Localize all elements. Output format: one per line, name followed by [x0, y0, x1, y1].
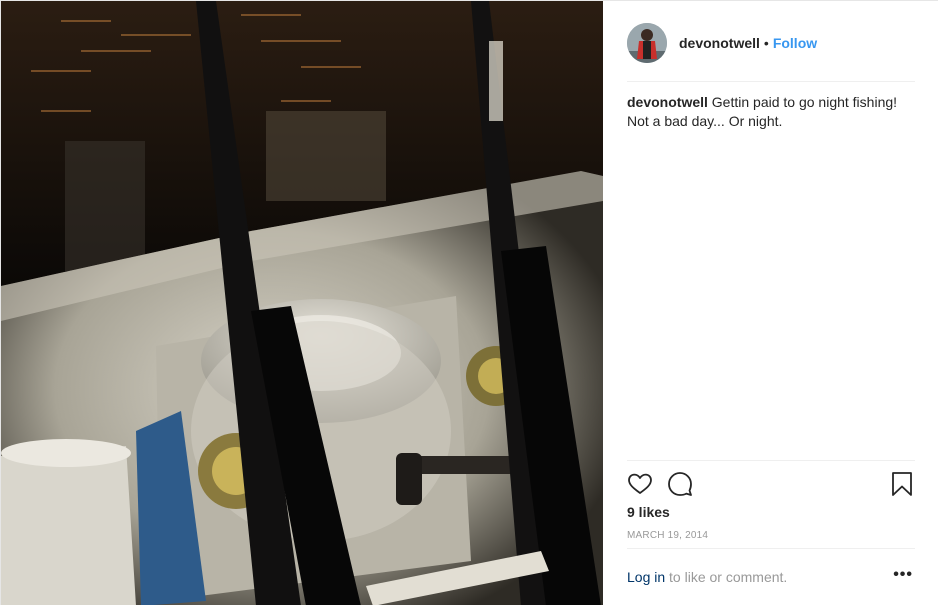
heart-icon[interactable] — [627, 471, 653, 497]
bookmark-icon[interactable] — [889, 471, 915, 497]
login-link[interactable]: Log in — [627, 569, 665, 585]
header-divider — [627, 81, 915, 82]
avatar[interactable] — [627, 23, 667, 63]
post-caption: devonotwell Gettin paid to go night fish… — [627, 93, 915, 131]
comment-footer: Log in to like or comment. ••• — [627, 566, 915, 585]
username[interactable]: devonotwell — [679, 35, 760, 51]
post-photo — [1, 1, 603, 605]
separator-dot: • — [763, 35, 769, 51]
more-options-icon[interactable]: ••• — [893, 566, 913, 584]
login-prompt: to like or comment. — [669, 569, 788, 585]
comment-bubble-icon[interactable] — [667, 471, 693, 497]
actions-divider — [627, 460, 915, 461]
post-modal: devonotwell • Follow devonotwell Gettin … — [0, 0, 938, 605]
post-details-panel: devonotwell • Follow devonotwell Gettin … — [603, 1, 938, 605]
post-header: devonotwell • Follow — [627, 23, 915, 63]
likes-count[interactable]: 9 likes — [627, 504, 670, 520]
action-bar — [627, 471, 915, 499]
follow-button[interactable]: Follow — [773, 35, 817, 51]
caption-username[interactable]: devonotwell — [627, 94, 708, 110]
post-date[interactable]: March 19, 2014 — [627, 530, 708, 541]
footer-divider — [627, 548, 915, 549]
